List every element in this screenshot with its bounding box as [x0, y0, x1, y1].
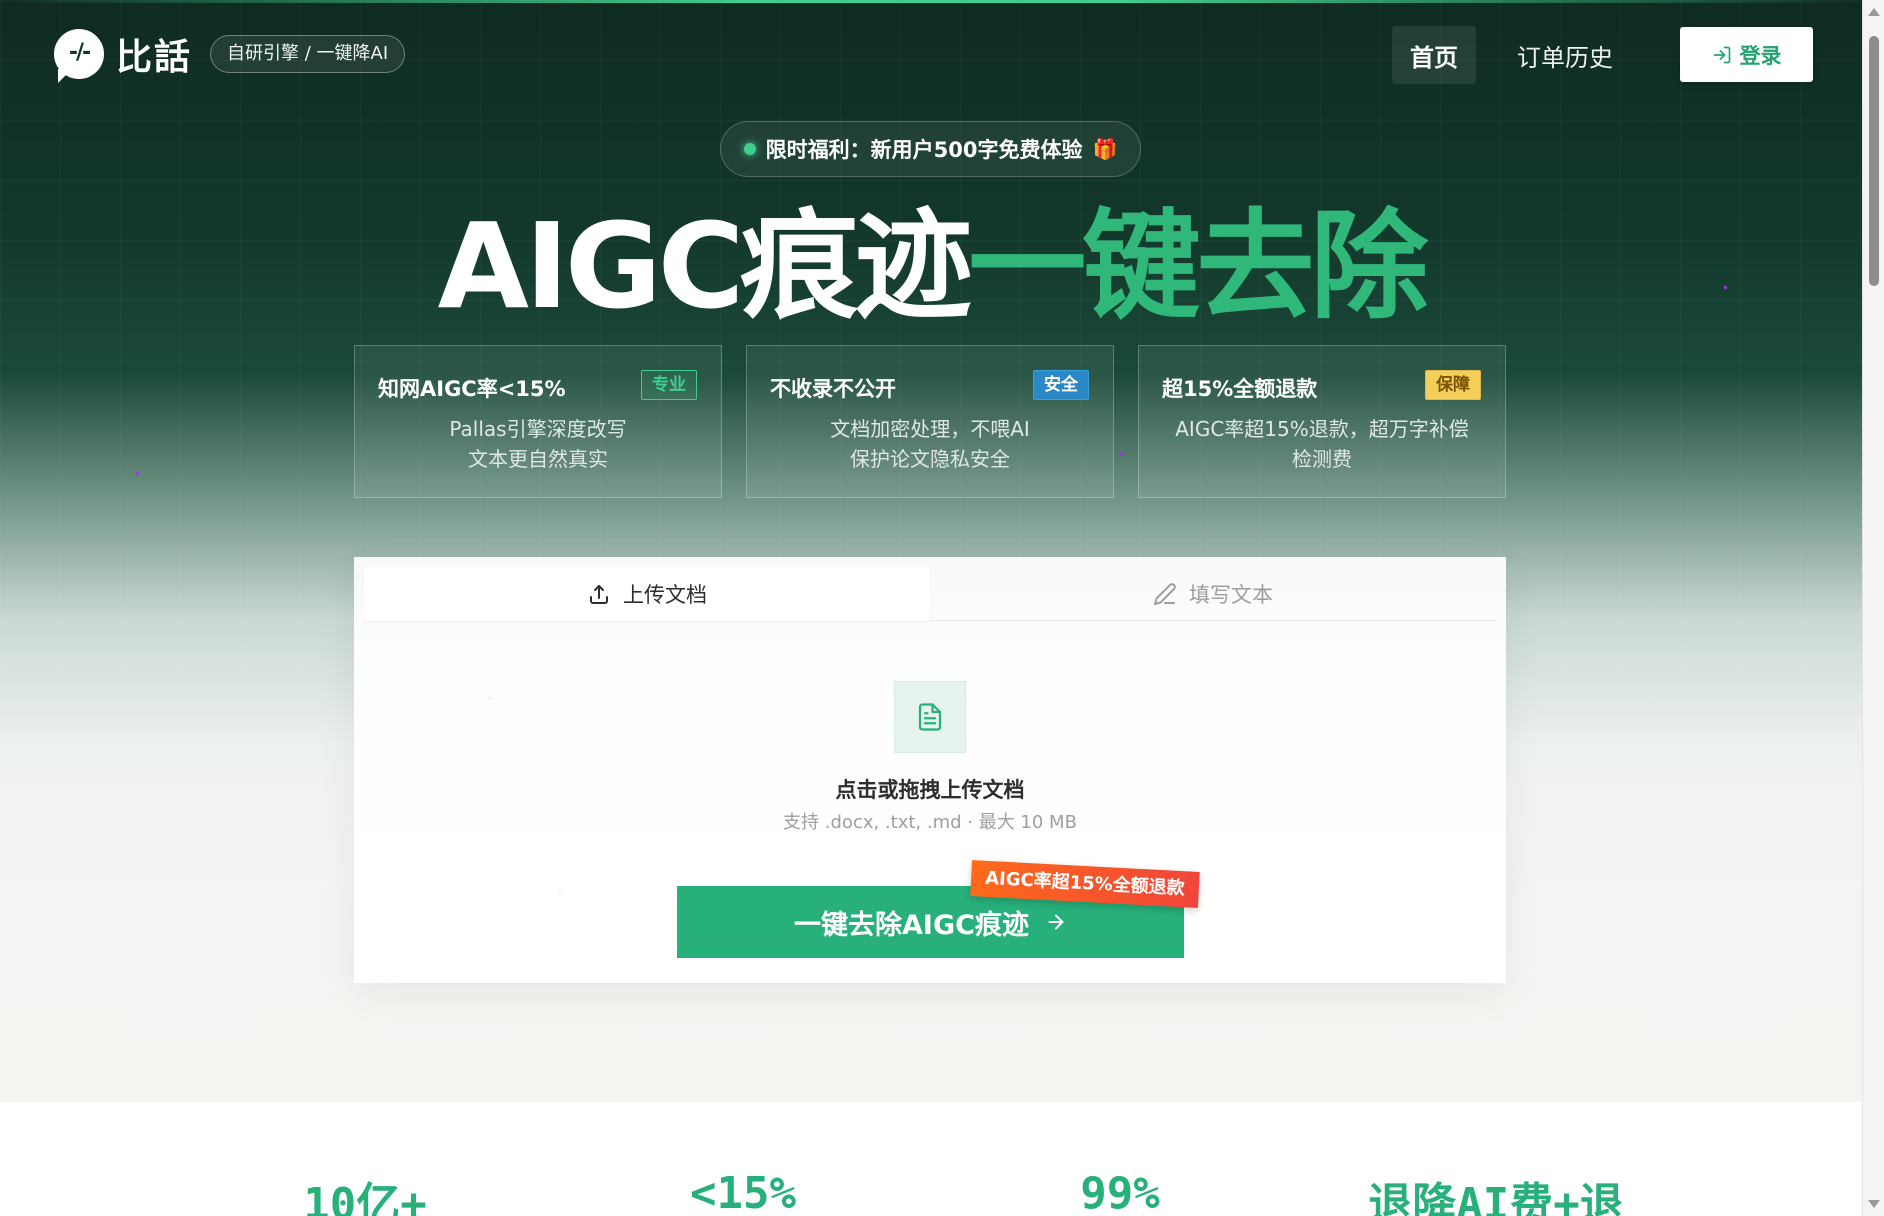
- engine-badge: 自研引擎 / 一键降AI: [210, 35, 406, 73]
- feature-desc: 文档加密处理，不喂AI 保护论文隐私安全: [747, 414, 1113, 474]
- dropzone-file-icon[interactable]: [894, 681, 966, 753]
- dropzone-hint: 支持 .docx, .txt, .md · 最大 10 MB: [783, 812, 1077, 833]
- feature-tag: 保障: [1425, 370, 1481, 400]
- stats-section: 10亿+ <15% 99% 退降AI费+退: [0, 1102, 1862, 1216]
- scroll-down-icon[interactable]: [1868, 1200, 1880, 1208]
- feature-tag: 安全: [1033, 370, 1089, 400]
- scroll-up-icon[interactable]: [1868, 8, 1880, 16]
- tab-upload-label: 上传文档: [623, 583, 707, 607]
- feature-card-professional: 知网AIGC率<15% 专业 Pallas引擎深度改写 文本更自然真实: [354, 345, 722, 498]
- decor-dot: [1120, 452, 1123, 455]
- headline-green: 一键去除: [968, 197, 1428, 335]
- input-mode-tabs: 上传文档 填写文本: [364, 567, 1496, 621]
- document-icon: [918, 703, 942, 731]
- feature-desc: AIGC率超15%退款，超万字补偿 检测费: [1139, 414, 1505, 474]
- feature-desc-line: 文档加密处理，不喂AI: [830, 417, 1030, 441]
- feature-card-security: 不收录不公开 安全 文档加密处理，不喂AI 保护论文隐私安全: [746, 345, 1114, 498]
- stat-value: 退降AI费+退: [1368, 1179, 1624, 1216]
- nav-order-history[interactable]: 订单历史: [1500, 26, 1630, 84]
- gift-icon: 🎁: [1092, 137, 1118, 161]
- feature-desc: Pallas引擎深度改写 文本更自然真实: [355, 414, 721, 474]
- feature-title: 超15%全额退款: [1162, 377, 1318, 401]
- feature-desc-line: AIGC率超15%退款，超万字补偿: [1175, 417, 1469, 441]
- feature-title: 知网AIGC率<15%: [378, 377, 566, 401]
- nav-home[interactable]: 首页: [1392, 26, 1476, 84]
- upload-icon: [590, 585, 608, 604]
- tab-enter-text[interactable]: 填写文本: [930, 567, 1496, 621]
- feature-tag: 专业: [641, 370, 697, 400]
- login-label: 登录: [1739, 43, 1782, 68]
- decor-dot: [136, 472, 139, 475]
- scrollbar-thumb[interactable]: [1869, 36, 1879, 286]
- feature-card-guarantee: 超15%全额退款 保障 AIGC率超15%退款，超万字补偿 检测费: [1138, 345, 1506, 498]
- logo-text: 比話: [116, 37, 193, 78]
- feature-desc-line: 保护论文隐私安全: [850, 447, 1010, 471]
- tab-upload-document[interactable]: 上传文档: [364, 567, 930, 621]
- promo-text: 限时福利：新用户500字免费体验: [765, 138, 1083, 162]
- pencil-icon: [1154, 583, 1176, 605]
- tab-text-label: 填写文本: [1189, 583, 1273, 607]
- stat-value: <15%: [690, 1168, 796, 1216]
- promo-status-dot: [743, 143, 756, 155]
- stat-value: 10亿+: [303, 1179, 427, 1216]
- promo-pill[interactable]: 限时福利：新用户500字免费体验 🎁: [720, 121, 1141, 177]
- cta-label: 一键去除AIGC痕迹: [794, 909, 1029, 941]
- login-button[interactable]: 登录: [1680, 27, 1813, 82]
- login-icon: [1713, 46, 1730, 63]
- upload-panel: 上传文档 填写文本 点击或拖拽上传文档 支持 .docx, .txt, .md …: [354, 557, 1506, 983]
- feature-title: 不收录不公开: [770, 377, 896, 401]
- arrow-right-icon: [1048, 914, 1064, 930]
- feature-desc-line: Pallas引擎深度改写: [449, 417, 627, 441]
- stat-value: 99%: [1080, 1168, 1160, 1216]
- site-logo[interactable]: -/- 比話 自研引擎 / 一键降AI: [54, 28, 406, 80]
- dropzone-title[interactable]: 点击或拖拽上传文档: [354, 774, 1506, 804]
- feature-desc-line: 文本更自然真实: [468, 447, 608, 471]
- logo-chat-icon: -/-: [54, 29, 104, 79]
- hero-top-accent-line: [0, 0, 1862, 3]
- page-scrollbar[interactable]: [1862, 0, 1884, 1216]
- headline-white: AIGC痕迹: [437, 197, 973, 335]
- page-headline: AIGC痕迹一键去除: [0, 196, 1862, 336]
- feature-desc-line: 检测费: [1292, 447, 1352, 471]
